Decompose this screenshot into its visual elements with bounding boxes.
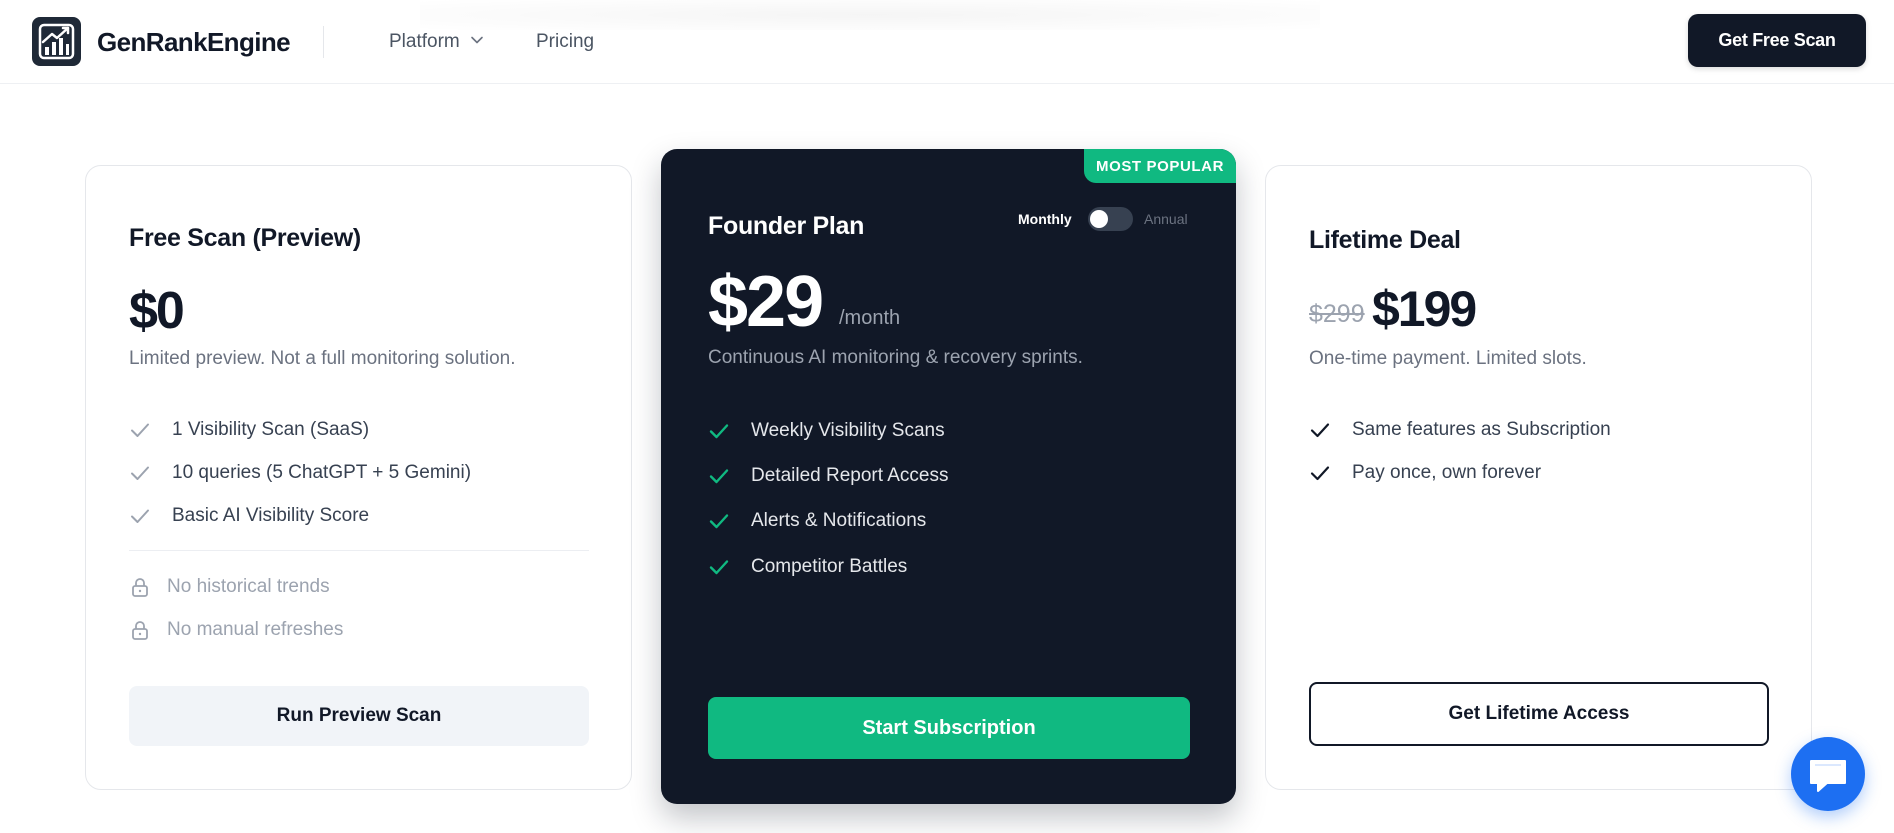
check-icon bbox=[708, 510, 730, 532]
brand-logo[interactable] bbox=[32, 17, 81, 66]
feature-label: Competitor Battles bbox=[751, 556, 908, 577]
feature-item: 10 queries (5 ChatGPT + 5 Gemini) bbox=[129, 462, 471, 484]
plan-title: Free Scan (Preview) bbox=[129, 224, 361, 252]
nav-pricing[interactable]: Pricing bbox=[536, 31, 594, 53]
feature-item: Weekly Visibility Scans bbox=[708, 420, 945, 442]
check-icon bbox=[129, 462, 151, 484]
run-preview-scan-button[interactable]: Run Preview Scan bbox=[129, 686, 589, 746]
locked-feature-item: No historical trends bbox=[129, 576, 330, 598]
pricing-card-lifetime: Lifetime Deal $299 $199 One-time payment… bbox=[1265, 165, 1812, 790]
feature-label: 10 queries (5 ChatGPT + 5 Gemini) bbox=[172, 462, 472, 483]
locked-feature-item: No manual refreshes bbox=[129, 619, 343, 641]
locked-feature-label: No historical trends bbox=[167, 576, 330, 597]
toggle-label-monthly[interactable]: Monthly bbox=[1018, 211, 1072, 227]
billing-toggle-switch[interactable] bbox=[1088, 207, 1133, 231]
get-free-scan-button[interactable]: Get Free Scan bbox=[1688, 14, 1866, 67]
plan-title: Lifetime Deal bbox=[1309, 226, 1461, 254]
feature-label: Detailed Report Access bbox=[751, 465, 949, 486]
feature-label: Basic AI Visibility Score bbox=[172, 505, 370, 526]
plan-title: Founder Plan bbox=[708, 212, 865, 240]
check-icon bbox=[1309, 419, 1331, 441]
top-navbar: GenRankEngine Platform Pricing Get Free … bbox=[0, 0, 1894, 84]
nav-platform[interactable]: Platform bbox=[389, 31, 460, 53]
toggle-label-annual[interactable]: Annual bbox=[1144, 211, 1188, 227]
pricing-card-free: Free Scan (Preview) $0 Limited preview. … bbox=[85, 165, 632, 790]
plan-price: $199 bbox=[1372, 281, 1477, 337]
plan-description: Continuous AI monitoring & recovery spri… bbox=[708, 347, 1083, 368]
feature-label: Same features as Subscription bbox=[1352, 419, 1611, 440]
plan-description: One-time payment. Limited slots. bbox=[1309, 348, 1587, 369]
locked-feature-label: No manual refreshes bbox=[167, 619, 344, 640]
feature-item: Same features as Subscription bbox=[1309, 419, 1611, 441]
original-price: $299 bbox=[1309, 300, 1365, 328]
brand-name[interactable]: GenRankEngine bbox=[97, 27, 291, 58]
check-icon bbox=[708, 556, 730, 578]
header-divider bbox=[323, 26, 324, 58]
chat-widget-button[interactable] bbox=[1791, 737, 1865, 811]
feature-label: Alerts & Notifications bbox=[751, 510, 927, 531]
check-icon bbox=[129, 505, 151, 527]
most-popular-badge: MOST POPULAR bbox=[1084, 149, 1236, 183]
chat-bubble-icon bbox=[1810, 760, 1846, 792]
lock-icon bbox=[129, 576, 151, 598]
billing-toggle: Monthly Annual bbox=[1018, 207, 1198, 233]
feature-item: Detailed Report Access bbox=[708, 465, 949, 487]
check-icon bbox=[1309, 462, 1331, 484]
price-period: /month bbox=[839, 307, 901, 329]
feature-label: Weekly Visibility Scans bbox=[751, 420, 945, 441]
feature-label: Pay once, own forever bbox=[1352, 462, 1542, 483]
feature-item: Pay once, own forever bbox=[1309, 462, 1541, 484]
toggle-knob bbox=[1090, 210, 1108, 228]
header-glow bbox=[420, 0, 1320, 30]
feature-label: 1 Visibility Scan (SaaS) bbox=[172, 419, 370, 440]
feature-item: Competitor Battles bbox=[708, 556, 907, 578]
chevron-down-icon[interactable] bbox=[470, 33, 484, 47]
chart-growth-icon bbox=[38, 23, 75, 60]
check-icon bbox=[708, 465, 730, 487]
plan-description: Limited preview. Not a full monitoring s… bbox=[129, 348, 516, 369]
plan-price: $0 bbox=[129, 282, 185, 340]
get-lifetime-access-button[interactable]: Get Lifetime Access bbox=[1309, 682, 1769, 746]
feature-item: Alerts & Notifications bbox=[708, 510, 926, 532]
feature-item: 1 Visibility Scan (SaaS) bbox=[129, 419, 369, 441]
check-icon bbox=[708, 420, 730, 442]
feature-item: Basic AI Visibility Score bbox=[129, 505, 369, 527]
start-subscription-button[interactable]: Start Subscription bbox=[708, 697, 1190, 759]
lock-icon bbox=[129, 619, 151, 641]
feature-divider bbox=[129, 550, 589, 551]
check-icon bbox=[129, 419, 151, 441]
pricing-card-founder: MOST POPULAR Founder Plan Monthly Annual… bbox=[661, 149, 1236, 804]
plan-price: $29 bbox=[708, 262, 824, 342]
